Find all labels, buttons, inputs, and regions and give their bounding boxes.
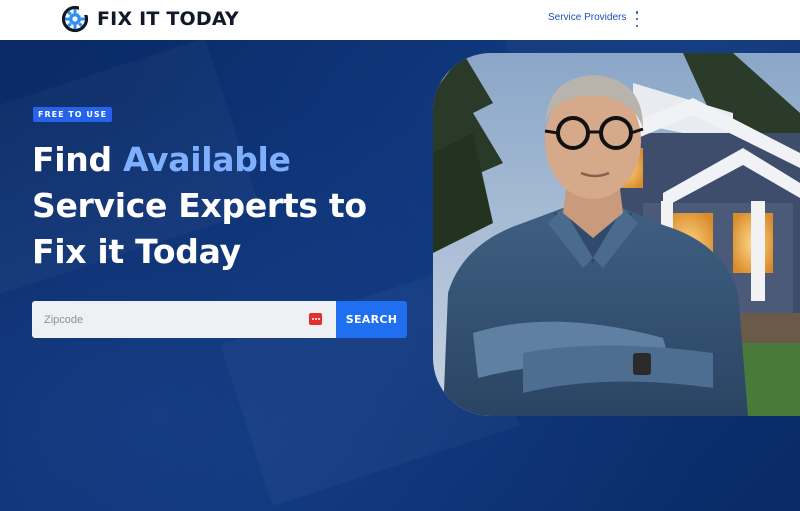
zipcode-search-form: SEARCH (32, 301, 407, 338)
headline-line2: Service Experts to (32, 186, 367, 225)
free-badge: FREE TO USE (33, 107, 113, 122)
man-in-front-of-house-image (433, 53, 800, 416)
gear-logo-icon (61, 5, 89, 33)
site-header: FIX IT TODAY Service Providers (0, 0, 800, 40)
headline-accent: Available (122, 140, 291, 179)
nav-service-providers[interactable]: Service Providers (548, 12, 626, 23)
search-button[interactable]: SEARCH (336, 301, 407, 338)
headline-line3: Fix it Today (32, 232, 241, 271)
hero-headline: Find Available Service Experts to Fix it… (32, 137, 412, 275)
kebab-menu-icon[interactable] (632, 11, 642, 27)
logo[interactable]: FIX IT TODAY (59, 3, 239, 35)
logo-text: FIX IT TODAY (97, 8, 239, 30)
headline-word-find: Find (32, 140, 123, 179)
zipcode-input[interactable] (32, 301, 336, 338)
hero-photo (433, 53, 800, 416)
zipcode-input-wrap (32, 301, 336, 338)
password-manager-icon[interactable] (309, 313, 322, 325)
